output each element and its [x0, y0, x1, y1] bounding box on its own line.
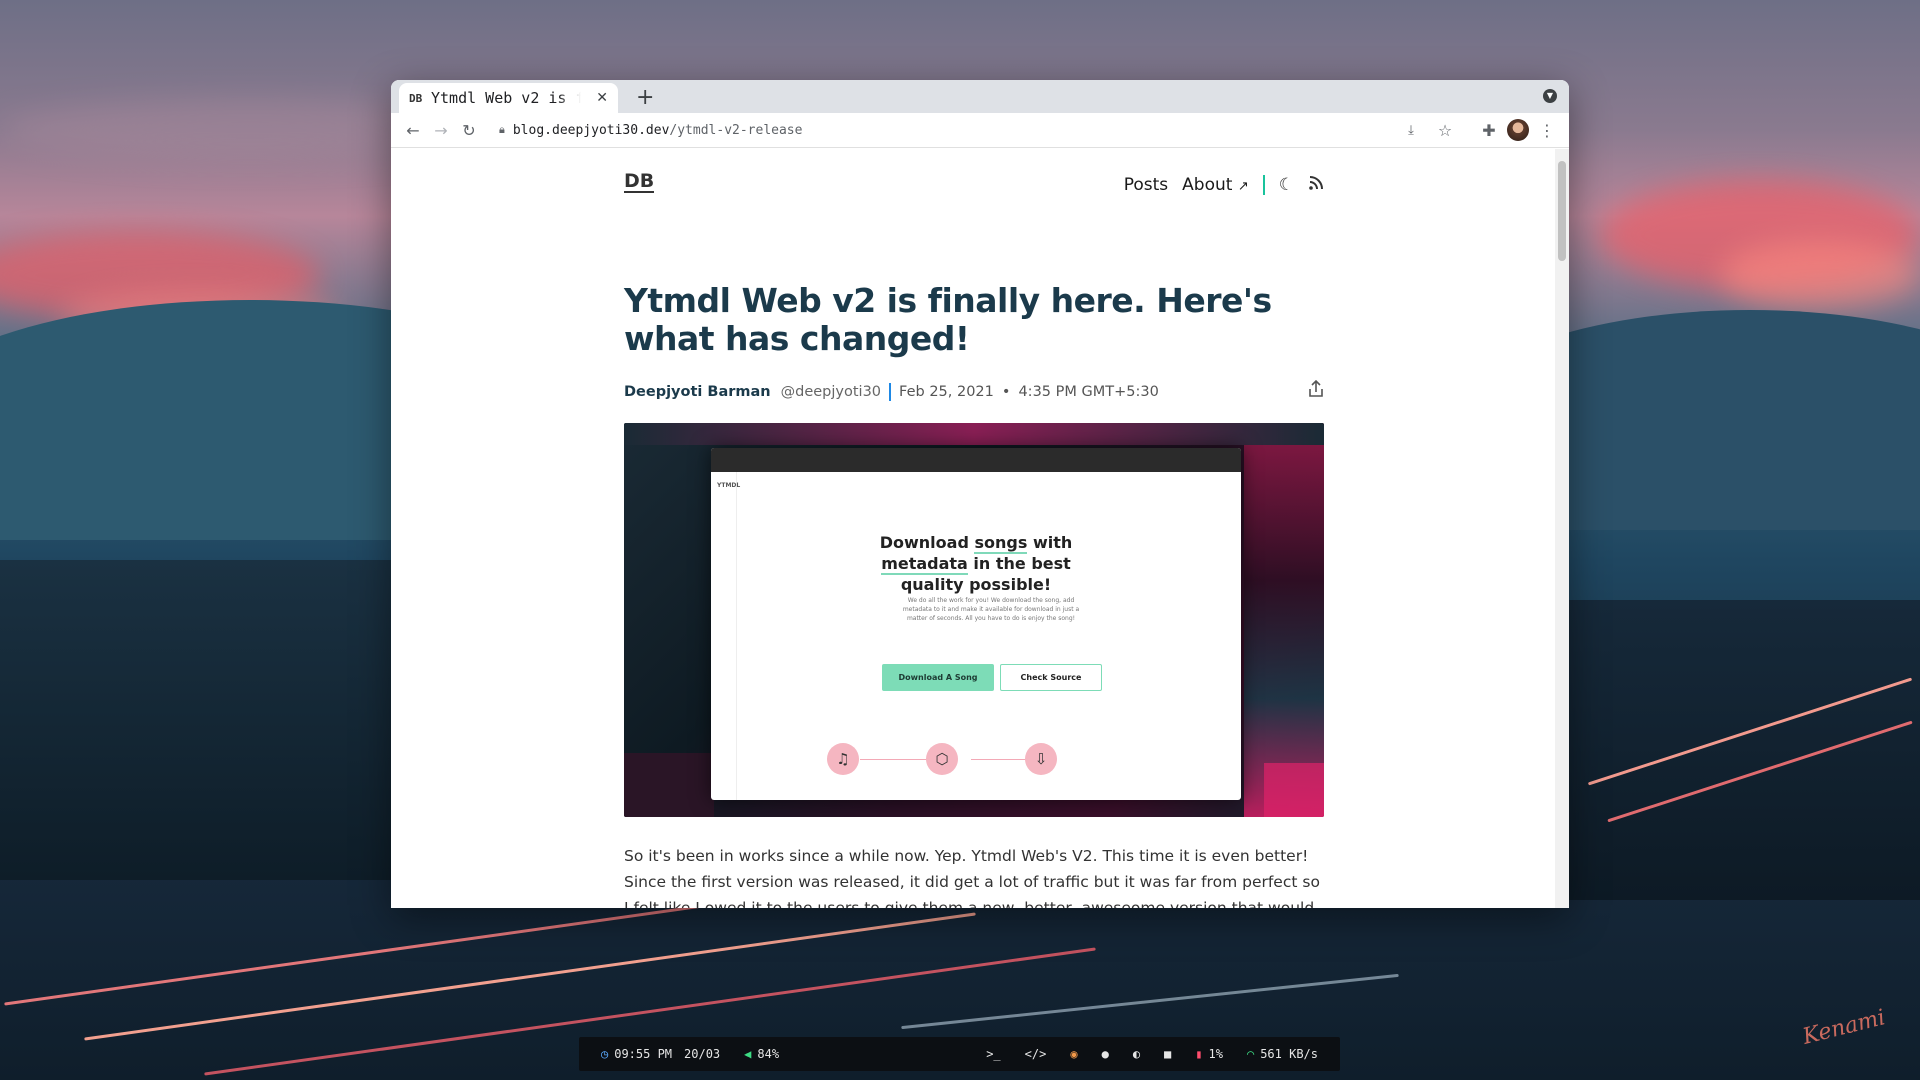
- post-body: So it's been in works since a while now.…: [624, 847, 1320, 908]
- tab-strip: DB Ytmdl Web v2 is finally here ✕ + ▼: [391, 80, 1569, 113]
- new-tab-icon[interactable]: +: [636, 85, 654, 110]
- browser-window: DB Ytmdl Web v2 is finally here ✕ + ▼ ← …: [391, 80, 1569, 908]
- url-host: blog.deepjyoti30.dev: [512, 122, 670, 138]
- chat-app-icon[interactable]: ●: [1102, 1047, 1109, 1061]
- lock-icon: 🔒︎: [499, 123, 505, 136]
- artist-signature: Kenami: [1800, 1005, 1888, 1050]
- cpu-usage: 1%: [1208, 1047, 1223, 1061]
- post-title: Ytmdl Web v2 is finally here. Here's wha…: [624, 281, 1272, 358]
- network-speed: 561 KB/s: [1260, 1047, 1318, 1061]
- volume-widget[interactable]: ◀ 84%: [744, 1047, 779, 1061]
- post-time: 4:35 PM GMT+5:30: [1018, 383, 1159, 400]
- volume-icon: ◀: [744, 1047, 752, 1061]
- meta-divider: [889, 382, 892, 401]
- rss-icon[interactable]: [1308, 175, 1324, 196]
- heading-part: with: [1027, 533, 1073, 552]
- external-link-icon: ↗: [1237, 179, 1249, 194]
- share-icon[interactable]: [1308, 379, 1324, 403]
- site-header: DB Posts About ↗ ☾: [624, 149, 1324, 221]
- terminal-icon[interactable]: >_: [986, 1047, 1000, 1061]
- install-app-icon[interactable]: ⤓: [1397, 116, 1425, 144]
- screenshot-browser-bar: [711, 448, 1241, 472]
- system-taskbar: ◷ 09:55 PM 20/03 ◀ 84% >_ </> ◉ ● ◐ ■ ▮ …: [579, 1037, 1340, 1071]
- screenshot-description: We do all the work for you! We download …: [902, 597, 1080, 622]
- tab-title: Ytmdl Web v2 is finally here: [431, 89, 581, 107]
- app-screenshot: YTMDL Download songs with metadata in th…: [711, 448, 1241, 800]
- clock-icon: ◷: [601, 1047, 609, 1061]
- browser-toolbar: ← → ↻ 🔒︎ blog.deepjyoti30.dev/ytmdl-v2-r…: [391, 113, 1569, 148]
- dark-mode-toggle-icon[interactable]: ☾: [1279, 175, 1294, 195]
- heading-part: Download: [879, 533, 975, 552]
- hero-image: YTMDL Download songs with metadata in th…: [624, 423, 1324, 817]
- address-bar[interactable]: 🔒︎ blog.deepjyoti30.dev/ytmdl-v2-release…: [491, 116, 1467, 144]
- browser-tab[interactable]: DB Ytmdl Web v2 is finally here ✕: [399, 83, 618, 113]
- wifi-icon: ◠: [1246, 1047, 1255, 1061]
- nav-about-label: About: [1182, 175, 1233, 195]
- cpu-icon: ▮: [1195, 1047, 1203, 1061]
- nav-about-link[interactable]: About ↗: [1182, 175, 1249, 195]
- nav-divider: [1262, 175, 1265, 195]
- volume-level: 84%: [757, 1047, 780, 1061]
- clock-widget[interactable]: ◷ 09:55 PM 20/03: [601, 1047, 720, 1061]
- site-nav: Posts About ↗ ☾: [1124, 175, 1324, 196]
- bookmark-star-icon[interactable]: ☆: [1431, 116, 1459, 144]
- browser-menu-icon[interactable]: ⋮: [1533, 116, 1561, 144]
- page-scrollbar[interactable]: [1555, 149, 1569, 908]
- scroll-thumb[interactable]: [1558, 161, 1566, 261]
- screenshot-logo: YTMDL: [717, 482, 741, 489]
- meta-dot: •: [1001, 383, 1011, 400]
- url-text: blog.deepjyoti30.dev/ytmdl-v2-release: [513, 123, 803, 138]
- post-meta: Deepjyoti Barman @deepjyoti30 Feb 25, 20…: [624, 379, 1324, 403]
- video-app-icon[interactable]: ■: [1164, 1047, 1171, 1061]
- post-date: Feb 25, 2021: [899, 383, 994, 400]
- page-viewport: DB Posts About ↗ ☾ Ytmdl Web v2 is final…: [391, 149, 1569, 908]
- screenshot-download-button: Download A Song: [882, 664, 994, 691]
- music-note-icon: ♫: [827, 743, 859, 775]
- screenshot-source-button: Check Source: [1000, 664, 1102, 691]
- forward-icon[interactable]: →: [427, 116, 455, 144]
- code-icon[interactable]: </>: [1025, 1047, 1047, 1061]
- music-app-icon[interactable]: ◐: [1133, 1047, 1140, 1061]
- browser-app-icon[interactable]: ◉: [1070, 1047, 1077, 1061]
- page-content: DB Posts About ↗ ☾ Ytmdl Web v2 is final…: [624, 149, 1324, 908]
- clock-date: 20/03: [684, 1047, 721, 1061]
- author-handle[interactable]: @deepjyoti30: [781, 384, 881, 400]
- screenshot-heading: Download songs with metadata in the best…: [711, 532, 1241, 595]
- url-path: /ytmdl-v2-release: [669, 122, 803, 138]
- network-widget[interactable]: ◠ 561 KB/s: [1247, 1047, 1318, 1061]
- site-logo[interactable]: DB: [624, 171, 655, 193]
- cpu-widget[interactable]: ▮ 1%: [1195, 1047, 1223, 1061]
- close-tab-icon[interactable]: ✕: [596, 90, 608, 106]
- screenshot-sidebar: [711, 472, 737, 800]
- reload-icon[interactable]: ↻: [455, 116, 483, 144]
- clock-time: 09:55 PM: [614, 1047, 673, 1061]
- post-author[interactable]: Deepjyoti Barman: [624, 384, 771, 400]
- tab-favicon: DB: [409, 91, 423, 105]
- extensions-icon[interactable]: ✚: [1475, 116, 1503, 144]
- heading-part: quality possible!: [900, 575, 1052, 594]
- download-cloud-icon: ⇩: [1025, 743, 1057, 775]
- heading-highlight: songs: [974, 533, 1028, 554]
- package-icon: ⬡: [926, 743, 958, 775]
- profile-avatar[interactable]: [1507, 119, 1529, 141]
- nav-posts-link[interactable]: Posts: [1124, 175, 1168, 195]
- back-icon[interactable]: ←: [399, 116, 427, 144]
- tab-search-icon[interactable]: ▼: [1543, 89, 1557, 103]
- heading-part: in the best: [967, 554, 1071, 573]
- heading-highlight: metadata: [881, 554, 968, 575]
